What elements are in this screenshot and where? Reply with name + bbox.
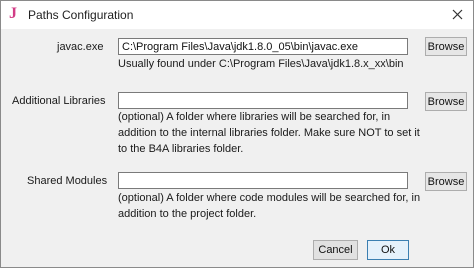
additional-libraries-browse-button[interactable]: Browse bbox=[425, 92, 467, 111]
ok-button[interactable]: Ok bbox=[367, 240, 409, 260]
shared-modules-input[interactable] bbox=[118, 172, 408, 189]
paths-configuration-dialog: J Paths Configuration javac.exe Browse U… bbox=[0, 0, 474, 268]
shared-modules-browse-button[interactable]: Browse bbox=[425, 172, 467, 191]
shared-modules-label: Shared Modules bbox=[27, 175, 108, 187]
additional-libraries-input[interactable] bbox=[118, 92, 408, 109]
cancel-button[interactable]: Cancel bbox=[313, 240, 358, 260]
javac-hint: Usually found under C:\Program Files\Jav… bbox=[118, 58, 404, 70]
title-bar[interactable]: J Paths Configuration bbox=[1, 1, 473, 29]
window-title: Paths Configuration bbox=[28, 8, 134, 22]
app-logo-icon: J bbox=[9, 5, 17, 22]
javac-path-input[interactable] bbox=[118, 38, 408, 55]
additional-libraries-hint: (optional) A folder where libraries will… bbox=[118, 111, 420, 155]
close-icon bbox=[452, 9, 462, 19]
javac-label: javac.exe bbox=[57, 41, 104, 53]
javac-browse-button[interactable]: Browse bbox=[425, 37, 467, 56]
additional-libraries-label: Additional Libraries bbox=[12, 95, 106, 107]
shared-modules-hint: (optional) A folder where code modules w… bbox=[118, 192, 421, 220]
close-button[interactable] bbox=[447, 5, 467, 23]
